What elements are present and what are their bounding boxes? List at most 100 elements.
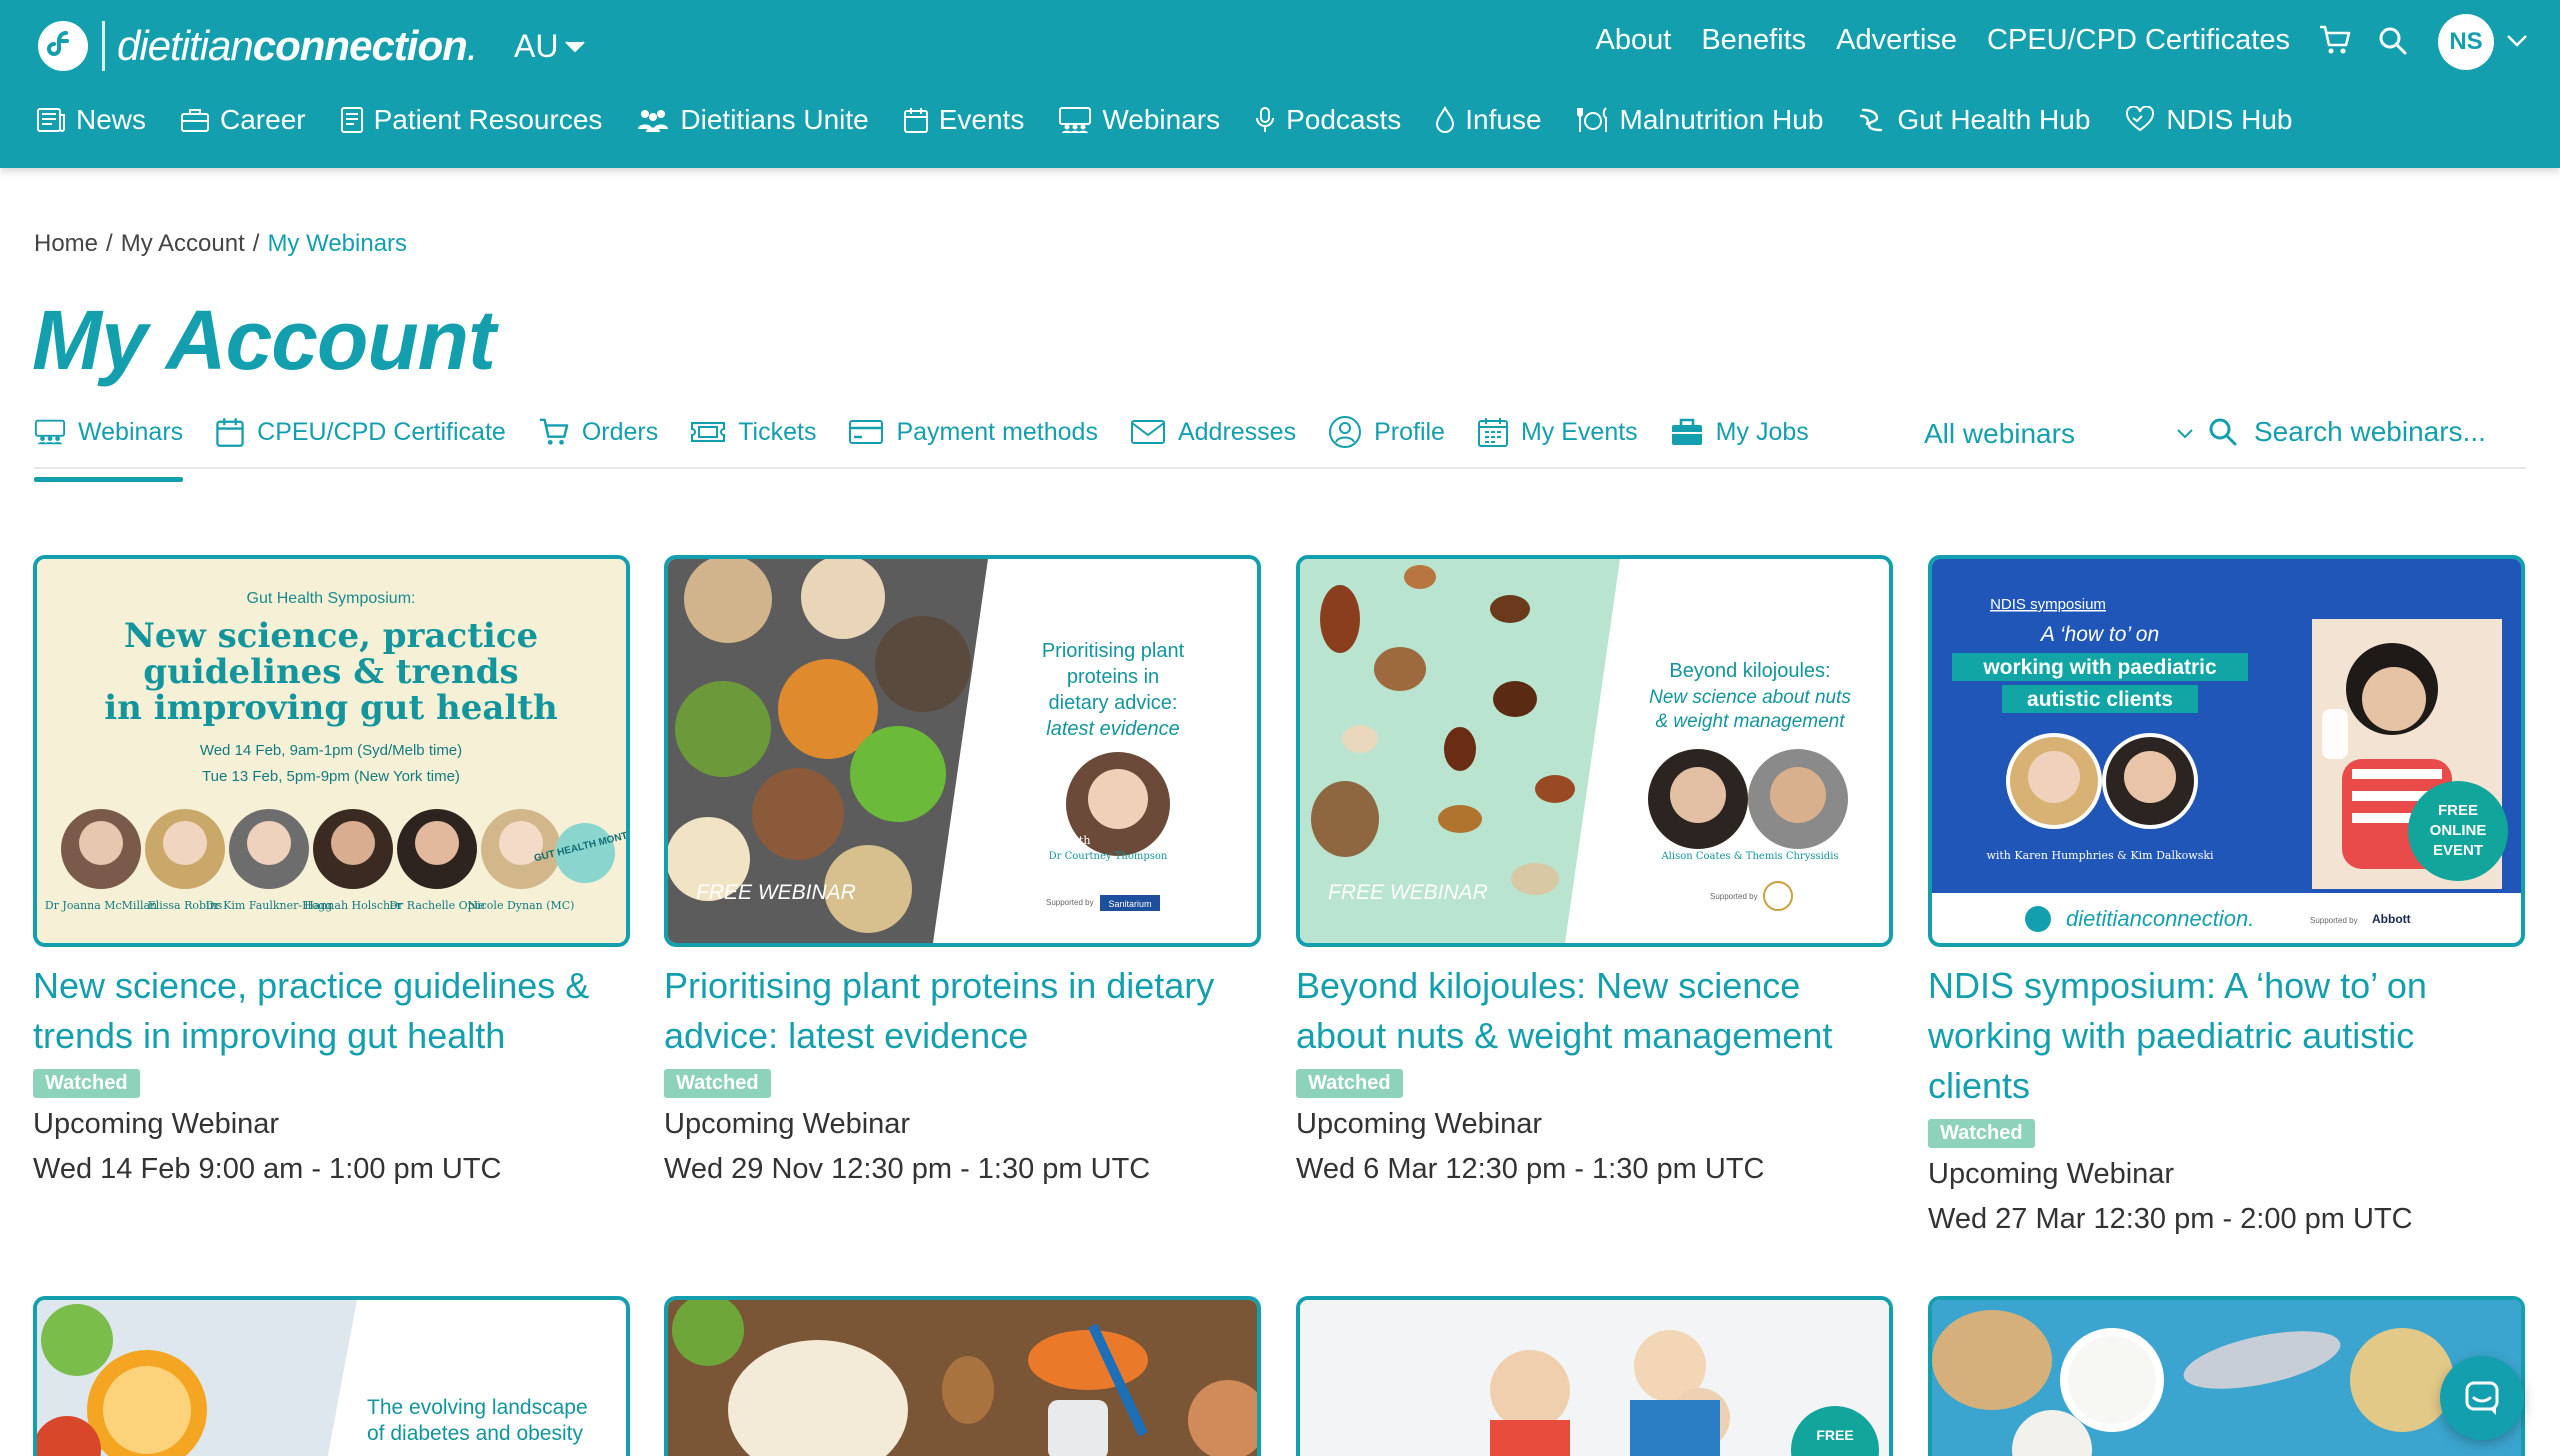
top-links: About Benefits Advertise CPEU/CPD Certif… bbox=[1596, 24, 2290, 57]
webinar-card[interactable]: Gut Health Symposium: New science, pract… bbox=[33, 555, 630, 1186]
cutlery-icon bbox=[1576, 107, 1607, 132]
chat-launcher-button[interactable] bbox=[2440, 1356, 2524, 1440]
webinar-thumbnail[interactable]: FREE WEBINAR Prioritising plant proteins… bbox=[664, 555, 1261, 947]
webinar-icon bbox=[34, 419, 66, 445]
heart-hands-icon bbox=[2126, 106, 2155, 132]
webinar-thumbnail[interactable]: NDIS symposium A ‘how to’ on working wit… bbox=[1928, 555, 2525, 947]
search-webinars-field[interactable]: Search webinars... bbox=[2208, 416, 2486, 448]
tab-orders[interactable]: Orders bbox=[538, 412, 658, 452]
tab-payment-methods[interactable]: Payment methods bbox=[848, 412, 1098, 452]
free-online-event-stamp: EVENT bbox=[2433, 842, 2483, 859]
webinar-date: Wed 14 Feb 9:00 am - 1:00 pm UTC bbox=[33, 1153, 502, 1185]
nav-item-patient-resources[interactable]: Patient Resources bbox=[340, 104, 602, 136]
chat-icon bbox=[2465, 1381, 2499, 1415]
webinar-type: Upcoming Webinar bbox=[1928, 1158, 2175, 1190]
thumbnail-kicker: Gut Health Symposium: bbox=[247, 590, 416, 607]
site-logo[interactable]: dietitianconnection. bbox=[38, 18, 478, 74]
nav-item-ndis-hub[interactable]: NDIS Hub bbox=[2124, 104, 2292, 136]
top-link-about[interactable]: About bbox=[1596, 24, 1672, 57]
thumbnail-headline: A ‘how to’ on bbox=[2039, 623, 2159, 646]
webinar-thumbnail[interactable]: FREE bbox=[1296, 1296, 1893, 1456]
tab-webinars[interactable]: Webinars bbox=[34, 412, 184, 482]
watched-badge: Watched bbox=[664, 1069, 771, 1098]
nav-item-gut-health-hub[interactable]: Gut Health Hub bbox=[1857, 104, 2090, 136]
thumbnail-with: with bbox=[1638, 834, 1662, 847]
region-selector[interactable]: AU bbox=[514, 28, 586, 65]
nav-item-podcasts[interactable]: Podcasts bbox=[1254, 104, 1401, 136]
webinar-title[interactable]: New science, practice guidelines & trend… bbox=[33, 961, 630, 1061]
calendar-icon bbox=[216, 418, 244, 447]
breadcrumb-home[interactable]: Home bbox=[34, 230, 98, 258]
webinar-title[interactable]: Beyond kilojoules: New science about nut… bbox=[1296, 961, 1893, 1061]
webinar-thumbnail[interactable]: The evolving landscape of diabetes and o… bbox=[33, 1296, 630, 1456]
chevron-down-icon[interactable] bbox=[2506, 34, 2528, 53]
thumbnail-headline: working with paediatric bbox=[1982, 656, 2217, 679]
thumbnail-date-line: Tue 13 Feb, 5pm-9pm (New York time) bbox=[202, 768, 460, 785]
watched-badge: Watched bbox=[1296, 1069, 1403, 1098]
thumbnail-headline: The evolving landscape bbox=[367, 1396, 588, 1419]
user-icon bbox=[1329, 416, 1362, 448]
tab-my-jobs[interactable]: My Jobs bbox=[1670, 412, 1809, 452]
webinar-thumbnail[interactable] bbox=[664, 1296, 1261, 1456]
thumbnail-headline: dietary advice: bbox=[1049, 692, 1178, 714]
thumbnail-headline: of diabetes and obesity bbox=[367, 1422, 583, 1445]
account-tabs: Webinars CPEU/CPD Certificate Orders Tic… bbox=[34, 412, 1841, 482]
top-link-certificates[interactable]: CPEU/CPD Certificates bbox=[1987, 24, 2290, 57]
webinar-card[interactable]: FREE WEBINAR Prioritising plant proteins… bbox=[664, 555, 1261, 1186]
breadcrumb-separator: / bbox=[106, 230, 113, 257]
nav-item-webinars[interactable]: Webinars bbox=[1058, 104, 1220, 136]
cart-icon[interactable] bbox=[2318, 24, 2352, 61]
webinar-thumbnail[interactable] bbox=[1928, 1296, 2525, 1456]
search-icon[interactable] bbox=[2378, 26, 2408, 61]
top-link-benefits[interactable]: Benefits bbox=[1701, 24, 1806, 57]
webinar-title[interactable]: Prioritising plant proteins in dietary a… bbox=[664, 961, 1261, 1061]
site-header: dietitianconnection. AU About Benefits A… bbox=[0, 0, 2560, 168]
thumbnail-subheadline: & weight management bbox=[1655, 711, 1845, 732]
webinar-type: Upcoming Webinar bbox=[1296, 1108, 1543, 1140]
top-link-advertise[interactable]: Advertise bbox=[1836, 24, 1957, 57]
nav-item-events[interactable]: Events bbox=[903, 104, 1024, 136]
webinar-card[interactable]: FREE WEBINAR Beyond kilojoules: New scie… bbox=[1296, 555, 1893, 1186]
logo-separator bbox=[102, 21, 105, 71]
webinar-thumbnail[interactable]: Gut Health Symposium: New science, pract… bbox=[33, 555, 630, 947]
webinar-card[interactable]: NDIS symposium A ‘how to’ on working wit… bbox=[1928, 555, 2525, 1236]
user-avatar[interactable]: NS bbox=[2438, 14, 2494, 70]
watched-badge: Watched bbox=[33, 1069, 140, 1098]
breadcrumb-account[interactable]: My Account bbox=[121, 230, 245, 258]
webinar-filter-select[interactable]: All webinars bbox=[1924, 418, 2194, 450]
webinar-thumbnail[interactable]: FREE WEBINAR Beyond kilojoules: New scie… bbox=[1296, 555, 1893, 947]
tab-profile[interactable]: Profile bbox=[1328, 412, 1445, 452]
nav-item-infuse[interactable]: Infuse bbox=[1435, 104, 1542, 136]
ticket-icon bbox=[691, 422, 726, 442]
tab-my-events[interactable]: My Events bbox=[1477, 412, 1638, 452]
thumbnail-subheadline: New science about nuts bbox=[1649, 687, 1851, 708]
gut-icon bbox=[1860, 108, 1883, 132]
people-icon bbox=[638, 110, 669, 132]
envelope-icon bbox=[1130, 420, 1165, 444]
cart-icon bbox=[539, 418, 569, 445]
tab-tickets[interactable]: Tickets bbox=[690, 412, 816, 452]
webinar-date: Wed 29 Nov 12:30 pm - 1:30 pm UTC bbox=[664, 1153, 1151, 1185]
tab-cpeu-certificate[interactable]: CPEU/CPD Certificate bbox=[215, 412, 506, 452]
webinar-type: Upcoming Webinar bbox=[33, 1108, 280, 1140]
webinar-icon bbox=[1059, 107, 1092, 133]
nav-item-career[interactable]: Career bbox=[180, 104, 306, 136]
webinar-title[interactable]: NDIS symposium: A ‘how to’ on working wi… bbox=[1928, 961, 2525, 1111]
thumbnail-headline: in improving gut health bbox=[104, 688, 558, 728]
chevron-down-icon bbox=[565, 40, 586, 52]
webinar-date: Wed 27 Mar 12:30 pm - 2:00 pm UTC bbox=[1928, 1203, 2413, 1235]
tabs-divider bbox=[34, 467, 2526, 469]
calendar-icon bbox=[903, 108, 928, 133]
thumbnail-supported: Supported by bbox=[2310, 916, 2358, 925]
tab-addresses[interactable]: Addresses bbox=[1130, 412, 1296, 452]
thumbnail-kicker: NDIS symposium bbox=[1990, 596, 2106, 613]
search-icon bbox=[2209, 418, 2237, 446]
nav-item-dietitians-unite[interactable]: Dietitians Unite bbox=[636, 104, 869, 136]
nav-item-malnutrition-hub[interactable]: Malnutrition Hub bbox=[1576, 104, 1823, 136]
webinar-filter-value: All webinars bbox=[1924, 418, 2075, 449]
nav-item-news[interactable]: News bbox=[36, 104, 146, 136]
free-online-event-stamp: ONLINE bbox=[2430, 822, 2487, 839]
page-title: My Account bbox=[32, 293, 496, 387]
sponsor-logo: Sanitarium bbox=[1108, 899, 1151, 909]
thumbnail-supported: Supported by bbox=[1710, 892, 1758, 901]
